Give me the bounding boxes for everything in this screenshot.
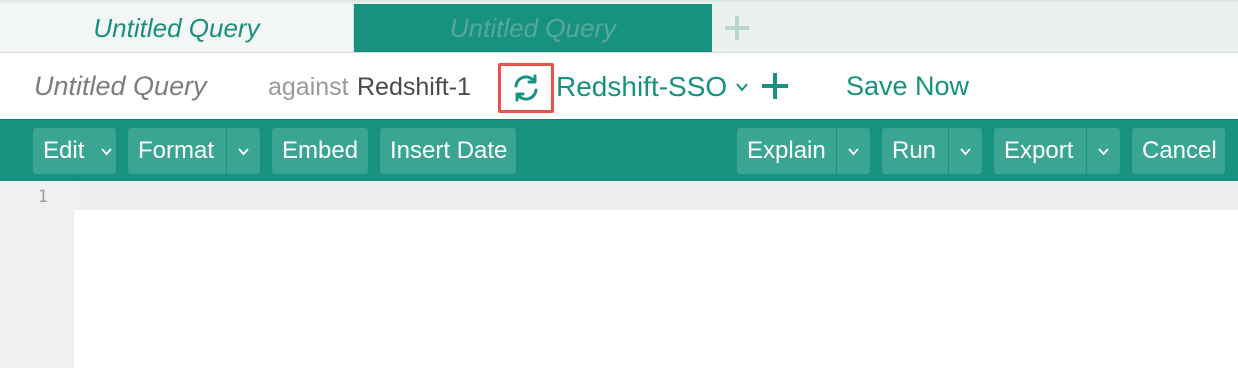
chevron-down-icon (1098, 147, 1109, 155)
database-selected: Redshift-SSO (556, 71, 728, 102)
chevron-down-icon (736, 83, 748, 92)
chevron-down-icon (848, 147, 859, 155)
format-button[interactable]: Format (128, 137, 226, 165)
chevron-down-icon (238, 147, 249, 155)
edit-label: Edit (43, 137, 85, 164)
tab-label: Untitled Query (449, 12, 617, 43)
tab-untitled-query-1[interactable]: Untitled Query (0, 4, 354, 52)
editor-toolbar: Edit Format Embed Insert Date Explain Ru… (0, 119, 1238, 181)
against-label: against (268, 73, 349, 101)
embed-button[interactable]: Embed (272, 128, 368, 174)
embed-label: Embed (282, 137, 359, 164)
cancel-button[interactable]: Cancel (1132, 128, 1225, 174)
tab-untitled-query-2[interactable]: Untitled Query (354, 4, 712, 52)
tab-label: Untitled Query (93, 12, 260, 43)
sql-editor[interactable]: 1 (0, 181, 1238, 368)
chevron-down-icon (101, 147, 113, 155)
save-now-link[interactable]: Save Now (846, 71, 969, 102)
edit-menu-button[interactable]: Edit (33, 128, 116, 174)
insert-date-label: Insert Date (390, 137, 508, 164)
database-dropdown[interactable]: Redshift-SSO (556, 71, 749, 103)
query-title[interactable]: Untitled Query (34, 71, 207, 102)
insert-date-button[interactable]: Insert Date (380, 128, 516, 174)
query-header: Untitled Query against Redshift-1 Redshi… (0, 52, 1238, 120)
export-button-group: Export (994, 128, 1120, 174)
add-database-button[interactable] (760, 71, 790, 101)
run-dropdown-toggle[interactable] (948, 128, 982, 174)
tab-strip: Untitled Query Untitled Query (0, 0, 1238, 52)
plus-icon (725, 16, 749, 40)
run-button[interactable]: Run (882, 137, 948, 165)
explain-dropdown-toggle[interactable] (836, 128, 870, 174)
line-number: 1 (37, 187, 48, 207)
refresh-icon (514, 74, 538, 102)
connection-name: Redshift-1 (357, 73, 471, 101)
line-number-gutter: 1 (0, 181, 74, 368)
export-button[interactable]: Export (994, 137, 1086, 165)
format-button-group: Format (128, 128, 260, 174)
explain-button[interactable]: Explain (737, 137, 836, 165)
run-button-group: Run (882, 128, 982, 174)
format-dropdown-toggle[interactable] (226, 128, 260, 174)
chevron-down-icon (960, 147, 971, 155)
export-dropdown-toggle[interactable] (1086, 128, 1120, 174)
active-line-highlight (74, 181, 1238, 210)
refresh-button[interactable] (498, 63, 554, 113)
add-tab-button[interactable] (712, 4, 762, 52)
cancel-label: Cancel (1142, 137, 1217, 164)
explain-button-group: Explain (737, 128, 870, 174)
